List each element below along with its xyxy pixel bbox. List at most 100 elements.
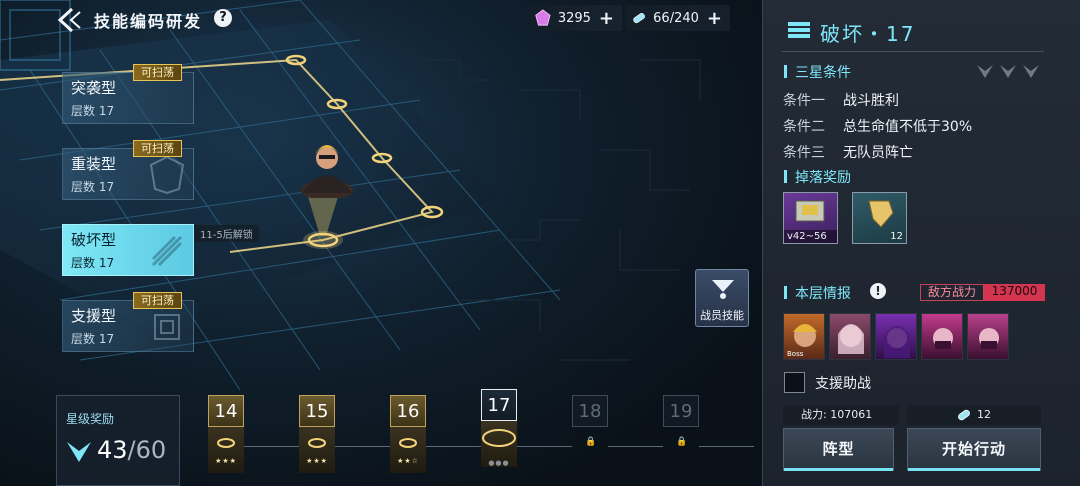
divider [782, 51, 1044, 52]
category-floor: 层数 17 [71, 256, 115, 270]
start-action-button[interactable]: 开始行动 [907, 428, 1041, 471]
floor-number: 17 [481, 389, 517, 421]
chevron-left-icon [57, 7, 81, 33]
blade-emblem-icon [151, 235, 183, 267]
help-icon[interactable]: ? [214, 9, 232, 27]
condition-key: 条件一 [783, 93, 825, 109]
condition-key: 条件二 [783, 119, 825, 135]
track-link [244, 446, 299, 447]
conditions-title: 三星条件 [784, 62, 851, 82]
floor-number: 16 [390, 395, 426, 427]
energy-vial-icon [633, 13, 645, 24]
floor-node-15[interactable]: 15 ★★★ [299, 395, 335, 479]
add-crystal-button[interactable]: + [599, 8, 614, 29]
lock-icon: 🔒 [585, 437, 597, 447]
star-reward-label: 星级奖励 [66, 412, 115, 426]
character-figure [298, 138, 356, 198]
enemy-power: 敌方战力 137000 [920, 284, 1045, 301]
reward-caption: v42~56 [784, 230, 837, 243]
enemy-face-icon [979, 328, 999, 349]
floor-node-body [390, 427, 426, 473]
floor-stars: ●●● [488, 459, 510, 467]
my-power: 战力: 107061 [783, 405, 899, 425]
floor-node-body [299, 427, 335, 473]
enemy-power-label: 敌方战力 [920, 284, 984, 301]
reward-part[interactable]: 12 [852, 192, 907, 244]
portal-ring-icon [308, 438, 326, 448]
rank-star-icon [1000, 65, 1016, 78]
condition-value: 无队员阵亡 [843, 145, 913, 161]
chip-emblem-icon [154, 314, 180, 340]
energy-vial-icon [958, 409, 970, 421]
energy-counter: 66/240 + [626, 5, 730, 31]
support-checkbox[interactable] [784, 372, 805, 393]
stage-title: 破坏・17 [820, 22, 916, 46]
floor-number: 14 [208, 395, 244, 427]
star-total: /60 [127, 436, 167, 464]
crew-skill-button[interactable]: 战员技能 [695, 269, 749, 327]
category-destroy[interactable]: 破坏型 层数 17 [62, 224, 194, 276]
action-cost: 12 [907, 405, 1041, 425]
floor-stars: ★★★ [215, 457, 237, 465]
sweep-badge: 可扫荡 [133, 140, 182, 157]
crystal-value: 3295 [557, 10, 591, 26]
crystal-icon [535, 9, 551, 26]
floor-node-16[interactable]: 16 ★★☆ [390, 395, 426, 479]
page-title: 技能编码研发 [94, 12, 203, 31]
add-energy-button[interactable]: + [707, 8, 722, 29]
floor-node-14[interactable]: 14 ★★★ [208, 395, 244, 479]
condition-value: 战斗胜利 [843, 93, 899, 109]
floor-node-19[interactable]: 19 🔒 [663, 395, 699, 479]
floor-node-18[interactable]: 18 🔒 [572, 395, 608, 479]
floor-node-17[interactable]: 17 ●●● [481, 389, 517, 473]
track-link [699, 446, 754, 447]
shield-emblem-icon [149, 155, 185, 195]
enemy-face-icon [933, 328, 953, 349]
rank-star-icon [977, 65, 993, 78]
star-reward-panel[interactable]: 星级奖励 43/60 [56, 395, 180, 486]
portal-ring-icon [217, 438, 235, 448]
track-link [426, 446, 481, 447]
unlock-hint: 11-5后解锁 [194, 225, 259, 242]
category-name: 破坏型 [71, 231, 117, 249]
energy-value: 66/240 [653, 10, 699, 26]
reward-chip[interactable]: v42~56 [783, 192, 838, 244]
star-badge-icon [67, 442, 91, 462]
support-label: 支援助战 [815, 376, 871, 392]
lock-icon: 🔒 [676, 437, 688, 447]
portal-ring-icon [482, 429, 516, 447]
drops-title: 掉落奖励 [784, 167, 851, 187]
category-name: 支援型 [71, 307, 117, 325]
category-floor: 层数 17 [71, 104, 115, 118]
star-current: 43 [97, 436, 128, 464]
chip-icon [795, 200, 825, 222]
enemy-portrait[interactable]: Boss [783, 313, 825, 360]
intel-title: 本层情报 [784, 283, 851, 303]
category-floor: 层数 17 [71, 332, 115, 346]
rank-star-icon [1023, 65, 1039, 78]
category-name: 突袭型 [71, 79, 117, 97]
formation-button[interactable]: 阵型 [783, 428, 894, 471]
enemy-face-icon [838, 324, 864, 354]
floor-stars: ★★★ [306, 457, 328, 465]
cost-value: 12 [977, 408, 991, 421]
enemy-portrait[interactable] [875, 313, 917, 360]
floor-node-body [208, 427, 244, 473]
category-floor: 层数 17 [71, 180, 115, 194]
back-button[interactable] [54, 6, 84, 34]
enemy-portrait[interactable] [967, 313, 1009, 360]
enemy-portrait[interactable] [921, 313, 963, 360]
track-link [608, 446, 663, 447]
boss-tag: Boss [787, 350, 804, 358]
condition-value: 总生命值不低于30% [843, 119, 973, 135]
info-icon[interactable]: ! [870, 283, 886, 299]
crystal-counter: 3295 + [530, 5, 622, 31]
crew-skill-label: 战员技能 [700, 309, 744, 322]
destroy-type-icon [788, 22, 810, 38]
gear-part-icon [868, 200, 894, 228]
enemy-power-value: 137000 [984, 284, 1045, 301]
floor-number: 18 [572, 395, 608, 427]
enemy-portrait[interactable] [829, 313, 871, 360]
portal-ring-icon [399, 438, 417, 448]
floor-number: 19 [663, 395, 699, 427]
